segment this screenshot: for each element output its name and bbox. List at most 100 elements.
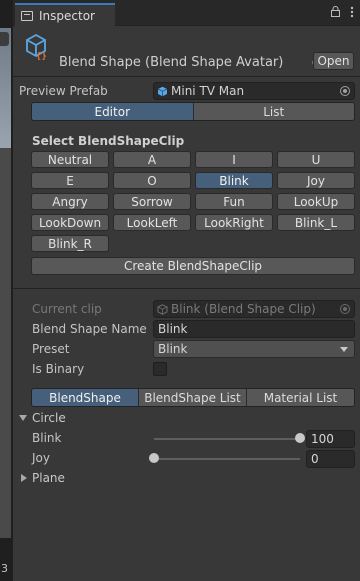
select-clip-title: Select BlendShapeClip (32, 134, 185, 148)
shape-label-blink: Blink (32, 431, 62, 445)
is-binary-label: Is Binary (32, 362, 85, 376)
blink-slider-track[interactable] (154, 438, 300, 440)
object-picker-icon (340, 304, 350, 314)
tab-list[interactable]: List (193, 103, 354, 120)
clip-button-e[interactable]: E (31, 172, 109, 189)
kebab-menu-icon[interactable] (350, 6, 354, 21)
clip-button-sorrow[interactable]: Sorrow (113, 193, 191, 210)
clip-button-blink-l[interactable]: Blink_L (277, 214, 355, 231)
foldout-collapsed-icon (21, 474, 27, 482)
create-blendshapeclip-label: Create BlendShapeClip (123, 259, 263, 273)
tab-inspector[interactable]: Inspector (15, 3, 115, 26)
current-clip-value: Blink (Blend Shape Clip) (171, 302, 316, 316)
clip-button-label: Blink_L (294, 215, 338, 230)
clip-button-angry[interactable]: Angry (31, 193, 109, 210)
tab-editor[interactable]: Editor (32, 103, 194, 120)
header-separator (13, 76, 360, 77)
joy-slider-thumb[interactable] (149, 453, 159, 463)
preset-dropdown[interactable]: Blink (153, 340, 355, 358)
joy-value-field[interactable]: 0 (306, 450, 355, 468)
object-picker-icon[interactable] (340, 86, 350, 96)
clip-button-label: LookDown (38, 215, 102, 230)
blendshape-subtabs: BlendShape BlendShape List Material List (31, 388, 355, 407)
clip-button-label: Angry (52, 194, 88, 209)
prefab-cube-icon (157, 86, 168, 97)
tab-material-list-label: Material List (263, 390, 338, 405)
clip-button-label: LookRight (204, 215, 264, 230)
viewport-corner-number: 3 (1, 562, 8, 575)
viewport-ground (0, 148, 11, 538)
shape-label-joy: Joy (32, 451, 50, 465)
clip-button-u[interactable]: U (277, 151, 355, 168)
clip-asset-icon (157, 303, 168, 315)
preset-label: Preset (32, 342, 70, 356)
clip-button-fun[interactable]: Fun (195, 193, 273, 210)
preview-prefab-value: Mini TV Man (171, 84, 245, 98)
clip-button-lookright[interactable]: LookRight (195, 214, 273, 231)
tab-blendshape[interactable]: BlendShape (32, 389, 139, 406)
clip-button-label: E (66, 173, 74, 188)
preview-prefab-field[interactable]: Mini TV Man (153, 82, 355, 100)
blink-value: 100 (311, 432, 334, 446)
viewport-tool-handle[interactable] (0, 32, 9, 46)
open-button-label: Open (317, 54, 350, 68)
blink-slider-thumb[interactable] (295, 433, 305, 443)
tab-blendshape-list[interactable]: BlendShape List (139, 389, 247, 406)
tab-inspector-label: Inspector (39, 8, 95, 23)
is-binary-checkbox[interactable] (153, 362, 167, 376)
blendshape-avatar-icon: {} (23, 32, 51, 62)
tab-list-label: List (263, 104, 285, 119)
current-clip-label: Current clip (32, 302, 102, 316)
foldout-expanded-icon (19, 415, 27, 421)
clip-button-joy[interactable]: Joy (277, 172, 355, 189)
tab-material-list[interactable]: Material List (247, 389, 354, 406)
current-clip-field: Blink (Blend Shape Clip) (153, 300, 355, 318)
clip-button-label: U (311, 152, 321, 167)
clip-button-o[interactable]: O (113, 172, 191, 189)
chevron-down-icon (340, 347, 348, 352)
clip-button-label: A (147, 152, 157, 167)
blend-shape-name-field[interactable]: Blink (153, 320, 355, 338)
scene-viewport-strip: 3 (0, 0, 13, 581)
preset-value: Blink (158, 342, 188, 356)
clip-button-label: LookLeft (126, 215, 178, 230)
clip-button-label: Blink_R (48, 236, 92, 251)
joy-value: 0 (311, 452, 319, 466)
mode-toggle: Editor List (31, 102, 355, 121)
clip-button-label: Neutral (47, 152, 93, 167)
tab-editor-label: Editor (94, 104, 130, 119)
clip-button-lookdown[interactable]: LookDown (31, 214, 109, 231)
lock-icon[interactable] (331, 6, 340, 21)
component-title: Blend Shape (Blend Shape Avatar) (59, 55, 284, 70)
tab-bar: Inspector (13, 0, 360, 26)
create-blendshapeclip-button[interactable]: Create BlendShapeClip (31, 257, 355, 275)
preview-prefab-label: Preview Prefab (19, 84, 108, 98)
circle-foldout[interactable]: Circle (19, 411, 66, 425)
clip-button-label: Blink (219, 173, 249, 188)
open-button[interactable]: Open (313, 52, 354, 70)
svg-text:{}: {} (36, 52, 47, 60)
clip-button-blink[interactable]: Blink (195, 172, 273, 189)
clip-button-neutral[interactable]: Neutral (31, 151, 109, 168)
plane-foldout-label: Plane (32, 471, 65, 485)
clip-button-lookup[interactable]: LookUp (277, 193, 355, 210)
clip-button-i[interactable]: I (195, 151, 273, 168)
clip-button-a[interactable]: A (113, 151, 191, 168)
clip-button-lookleft[interactable]: LookLeft (113, 214, 191, 231)
inspector-icon (21, 10, 33, 21)
clip-button-grid: Neutral A I U E O Blink Joy Angry Sorrow Fun LookUp… (31, 151, 355, 252)
clip-separator (13, 288, 360, 289)
clip-button-blink-r[interactable]: Blink_R (31, 235, 109, 252)
plane-foldout[interactable]: Plane (19, 471, 65, 485)
joy-slider-track[interactable] (154, 458, 300, 460)
clip-button-label: Sorrow (131, 194, 173, 209)
tab-blendshape-list-label: BlendShape List (144, 390, 241, 405)
clip-button-label: LookUp (293, 194, 339, 209)
blink-value-field[interactable]: 100 (306, 430, 355, 448)
tab-bar-controls (331, 6, 354, 21)
blend-shape-name-value: Blink (158, 322, 188, 336)
clip-button-label: Fun (223, 194, 245, 209)
circle-foldout-label: Circle (32, 411, 66, 425)
blend-shape-name-label: Blend Shape Name (32, 322, 147, 336)
clip-button-label: Joy (307, 173, 325, 188)
